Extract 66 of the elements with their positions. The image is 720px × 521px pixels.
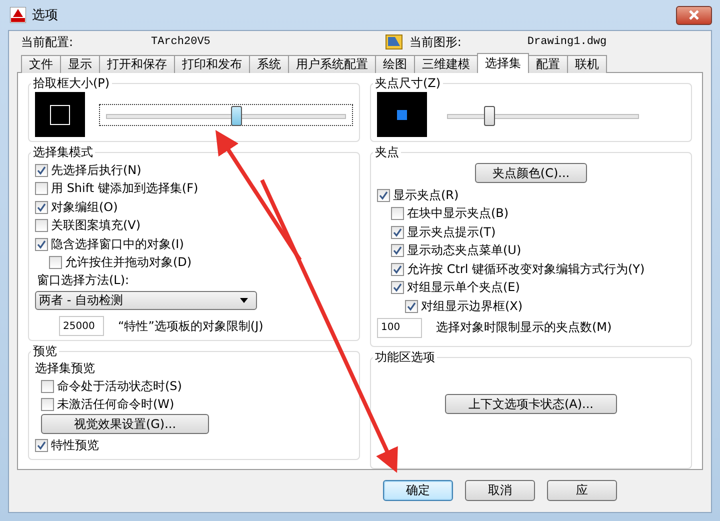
checkbox[interactable]: 命令处于活动状态时(S) — [41, 377, 353, 396]
check-icon — [379, 190, 388, 200]
input-field[interactable]: 25000 — [59, 316, 104, 336]
dialog-button[interactable]: 取消 — [465, 480, 535, 501]
checkbox[interactable]: 允许按住并拖动对象(D) — [49, 254, 353, 272]
checkbox[interactable]: 先选择后执行(N) — [35, 161, 353, 180]
checkbox[interactable]: 特性预览 — [35, 436, 353, 454]
grip-color-button[interactable]: 夹点颜色(C)... — [475, 163, 587, 183]
field-label: 窗口选择方法(L): — [36, 272, 130, 289]
checkbox[interactable]: 允许按 Ctrl 键循环改变对象编辑方式行为(Y) — [391, 260, 685, 278]
field-label: 选择对象时限制显示的夹点数(M) — [436, 319, 612, 336]
window-title: 选项 — [32, 7, 58, 24]
slider-thumb[interactable] — [484, 106, 496, 126]
tab[interactable]: 配置 — [528, 55, 568, 73]
slider[interactable] — [99, 104, 353, 126]
checkbox[interactable]: 在块中显示夹点(B) — [391, 204, 685, 223]
tab[interactable]: 文件 — [21, 55, 61, 73]
profile-label: 当前配置: — [21, 34, 74, 50]
check-icon — [37, 440, 46, 450]
drawing-label: 当前图形: — [409, 34, 462, 50]
tab[interactable]: 用户系统配置 — [288, 55, 376, 73]
subsection-title: 选择集预览 — [35, 360, 96, 377]
group-title: 预览 — [32, 343, 58, 360]
drawing-file-icon — [385, 34, 404, 50]
field-label: “特性”选项板的对象限制(J) — [118, 318, 264, 334]
dialog-button[interactable]: 确定 — [383, 480, 453, 501]
app-icon — [10, 7, 26, 23]
checkbox[interactable]: 显示动态夹点菜单(U) — [391, 242, 685, 260]
close-button[interactable] — [676, 6, 712, 24]
dialog-button[interactable]: 应 — [547, 480, 617, 501]
input-field[interactable]: 100 — [377, 318, 422, 338]
group-title: 拾取框大小(P) — [32, 75, 111, 92]
slider-thumb[interactable] — [230, 106, 242, 126]
tab[interactable]: 显示 — [60, 55, 100, 73]
checkbox[interactable]: 对象编组(O) — [35, 198, 353, 216]
group-title: 夹点 — [374, 144, 400, 161]
group-title: 夹点尺寸(Z) — [374, 75, 442, 92]
tab[interactable]: 打印和发布 — [174, 55, 250, 73]
profile-name: TArch20V5 — [151, 36, 210, 48]
visual-effects-button[interactable]: 视觉效果设置(G)... — [41, 414, 209, 434]
checkbox[interactable]: 用 Shift 键添加到选择集(F) — [35, 180, 353, 198]
checkbox[interactable]: 关联图案填充(V) — [35, 216, 353, 235]
checkbox[interactable]: 隐含选择窗口中的对象(I) — [35, 235, 353, 254]
tab-state-button[interactable]: 上下文选项卡状态(A)... — [445, 394, 617, 414]
group-title: 选择集模式 — [32, 144, 94, 161]
grip-preview — [377, 92, 427, 137]
tab[interactable]: 系统 — [249, 55, 289, 73]
window-selection-dropdown[interactable]: 两者 - 自动检测 — [35, 291, 257, 310]
checkbox[interactable]: 未激活任何命令时(W) — [41, 396, 353, 414]
tab[interactable]: 绘图 — [375, 55, 415, 73]
checkbox[interactable]: 对组显示单个夹点(E) — [391, 278, 685, 297]
drawing-name: Drawing1.dwg — [527, 36, 607, 48]
pickbox-preview — [35, 92, 85, 137]
checkbox[interactable]: 对组显示边界框(X) — [405, 297, 685, 316]
checkbox[interactable]: 显示夹点提示(T) — [391, 223, 685, 242]
checkbox[interactable]: 显示夹点(R) — [377, 186, 685, 204]
tab[interactable]: 选择集 — [477, 53, 529, 73]
tab[interactable]: 联机 — [567, 55, 607, 73]
caret-icon — [240, 298, 248, 303]
check-icon — [37, 202, 46, 212]
group-title: 功能区选项 — [374, 348, 436, 366]
tab[interactable]: 三维建模 — [414, 55, 478, 73]
check-icon — [37, 240, 46, 249]
check-icon — [37, 166, 46, 175]
tab[interactable]: 打开和保存 — [99, 55, 175, 73]
close-icon — [688, 10, 700, 20]
